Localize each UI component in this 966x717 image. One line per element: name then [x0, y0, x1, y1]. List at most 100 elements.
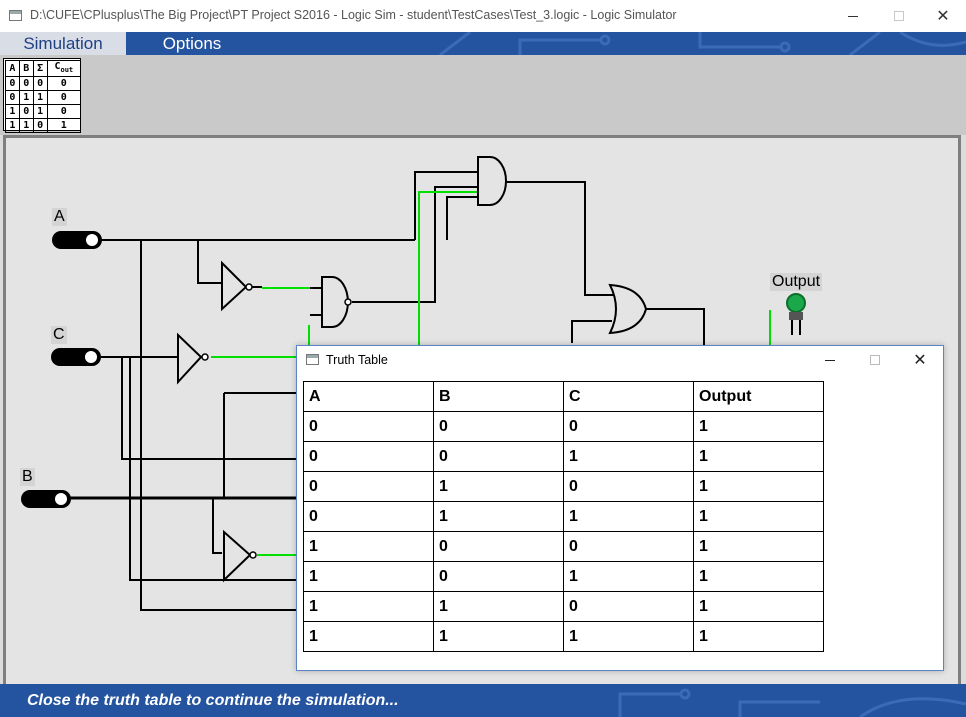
table-row: 0111 — [303, 501, 824, 532]
toolbar-area — [0, 55, 966, 135]
not-gate-1 — [221, 260, 248, 312]
table-cell: 1 — [693, 591, 824, 622]
adder-cell: 0 — [18, 76, 34, 91]
adder-truth-table: A B Σ Cout 0000 0110 1010 1101 — [3, 58, 82, 133]
table-cell: 0 — [303, 471, 434, 502]
header-b: B — [433, 381, 564, 412]
adder-cell: 0 — [18, 104, 34, 119]
minimize-icon — [825, 359, 835, 361]
table-cell: 0 — [563, 471, 694, 502]
switch-label-a: A — [52, 208, 67, 226]
table-row: 0101 — [303, 471, 824, 502]
table-cell: 1 — [693, 531, 824, 562]
adder-row: 0110 — [5, 90, 82, 105]
nand-gate — [321, 276, 349, 328]
table-cell: 0 — [563, 411, 694, 442]
table-cell: 1 — [693, 471, 824, 502]
adder-cell: 1 — [5, 104, 20, 119]
table-cell: 1 — [433, 621, 564, 652]
dialog-titlebar: Truth Table ✕ — [297, 346, 943, 374]
adder-cell: 0 — [46, 76, 82, 91]
header-a: A — [303, 381, 434, 412]
dialog-minimize-button[interactable] — [807, 346, 853, 374]
table-cell: 1 — [303, 531, 434, 562]
table-row: 1011 — [303, 561, 824, 592]
status-bar: Close the truth table to continue the si… — [0, 684, 966, 717]
dialog-app-icon — [306, 354, 319, 365]
not-gate-3 — [223, 529, 252, 583]
tab-options[interactable]: Options — [126, 32, 258, 55]
table-row: 0001 — [303, 411, 824, 442]
adder-header-cout: Cout — [46, 60, 82, 77]
adder-header-b: B — [18, 60, 34, 77]
output-led — [786, 293, 806, 335]
table-cell: 1 — [433, 591, 564, 622]
table-row: 0011 — [303, 441, 824, 472]
adder-cell: 0 — [5, 76, 20, 91]
adder-cell: 0 — [32, 118, 48, 133]
adder-cell: 0 — [32, 76, 48, 91]
table-cell: 0 — [433, 441, 564, 472]
minimize-button[interactable] — [830, 0, 876, 32]
table-cell: 0 — [563, 531, 694, 562]
adder-cell: 1 — [5, 118, 20, 133]
adder-cell: 1 — [46, 118, 82, 133]
table-cell: 1 — [433, 471, 564, 502]
dialog-maximize-button[interactable] — [852, 346, 898, 374]
close-icon: ✕ — [913, 352, 927, 369]
table-cell: 1 — [433, 501, 564, 532]
table-cell: 1 — [693, 411, 824, 442]
table-cell: 1 — [303, 561, 434, 592]
adder-header-sum: Σ — [32, 60, 48, 77]
maximize-button[interactable] — [876, 0, 922, 32]
table-cell: 1 — [563, 621, 694, 652]
adder-cell: 0 — [5, 90, 20, 105]
table-cell: 1 — [563, 561, 694, 592]
adder-cell: 1 — [18, 90, 34, 105]
adder-cell: 1 — [18, 118, 34, 133]
switch-b[interactable] — [21, 490, 71, 508]
table-cell: 1 — [693, 561, 824, 592]
table-cell: 0 — [563, 591, 694, 622]
table-cell: 1 — [693, 441, 824, 472]
status-message: Close the truth table to continue the si… — [27, 692, 399, 709]
switch-label-b: B — [20, 468, 35, 486]
close-button[interactable]: ✕ — [920, 0, 966, 32]
table-cell: 0 — [303, 501, 434, 532]
adder-cell: 0 — [46, 104, 82, 119]
maximize-icon — [870, 355, 880, 365]
adder-row: 0000 — [5, 76, 82, 91]
table-cell: 0 — [433, 561, 564, 592]
header-output: Output — [693, 381, 824, 412]
adder-header-cout-sub: out — [60, 66, 74, 74]
dialog-title: Truth Table — [326, 353, 388, 367]
adder-cell: 1 — [32, 104, 48, 119]
table-cell: 1 — [303, 621, 434, 652]
switch-label-c: C — [51, 326, 67, 344]
table-cell: 0 — [433, 411, 564, 442]
table-row: 1111 — [303, 621, 824, 652]
window-titlebar: D:\CUFE\CPlusplus\The Big Project\PT Pro… — [0, 0, 966, 32]
table-cell: 1 — [693, 621, 824, 652]
adder-header-a: A — [5, 60, 20, 77]
truth-table-dialog: Truth Table ✕ A B C Output 0001 0011 010… — [296, 345, 944, 671]
adder-row: 1010 — [5, 104, 82, 119]
close-icon: ✕ — [936, 8, 950, 25]
tab-simulation[interactable]: Simulation — [0, 32, 126, 55]
adder-row: 1101 — [5, 118, 82, 133]
header-c: C — [563, 381, 694, 412]
or-gate — [608, 283, 648, 335]
table-cell: 0 — [303, 441, 434, 472]
dialog-close-button[interactable]: ✕ — [897, 346, 943, 374]
table-row: 1001 — [303, 531, 824, 562]
truth-table: A B C Output 0001 0011 0101 0111 1001 10… — [303, 381, 824, 652]
minimize-icon — [848, 15, 858, 17]
and-gate-top — [477, 156, 507, 206]
switch-a[interactable] — [52, 231, 102, 249]
adder-cell: 1 — [32, 90, 48, 105]
window-title: D:\CUFE\CPlusplus\The Big Project\PT Pro… — [30, 8, 677, 22]
app-icon — [9, 10, 22, 21]
maximize-icon — [894, 11, 904, 21]
switch-c[interactable] — [51, 348, 101, 366]
table-cell: 1 — [303, 591, 434, 622]
